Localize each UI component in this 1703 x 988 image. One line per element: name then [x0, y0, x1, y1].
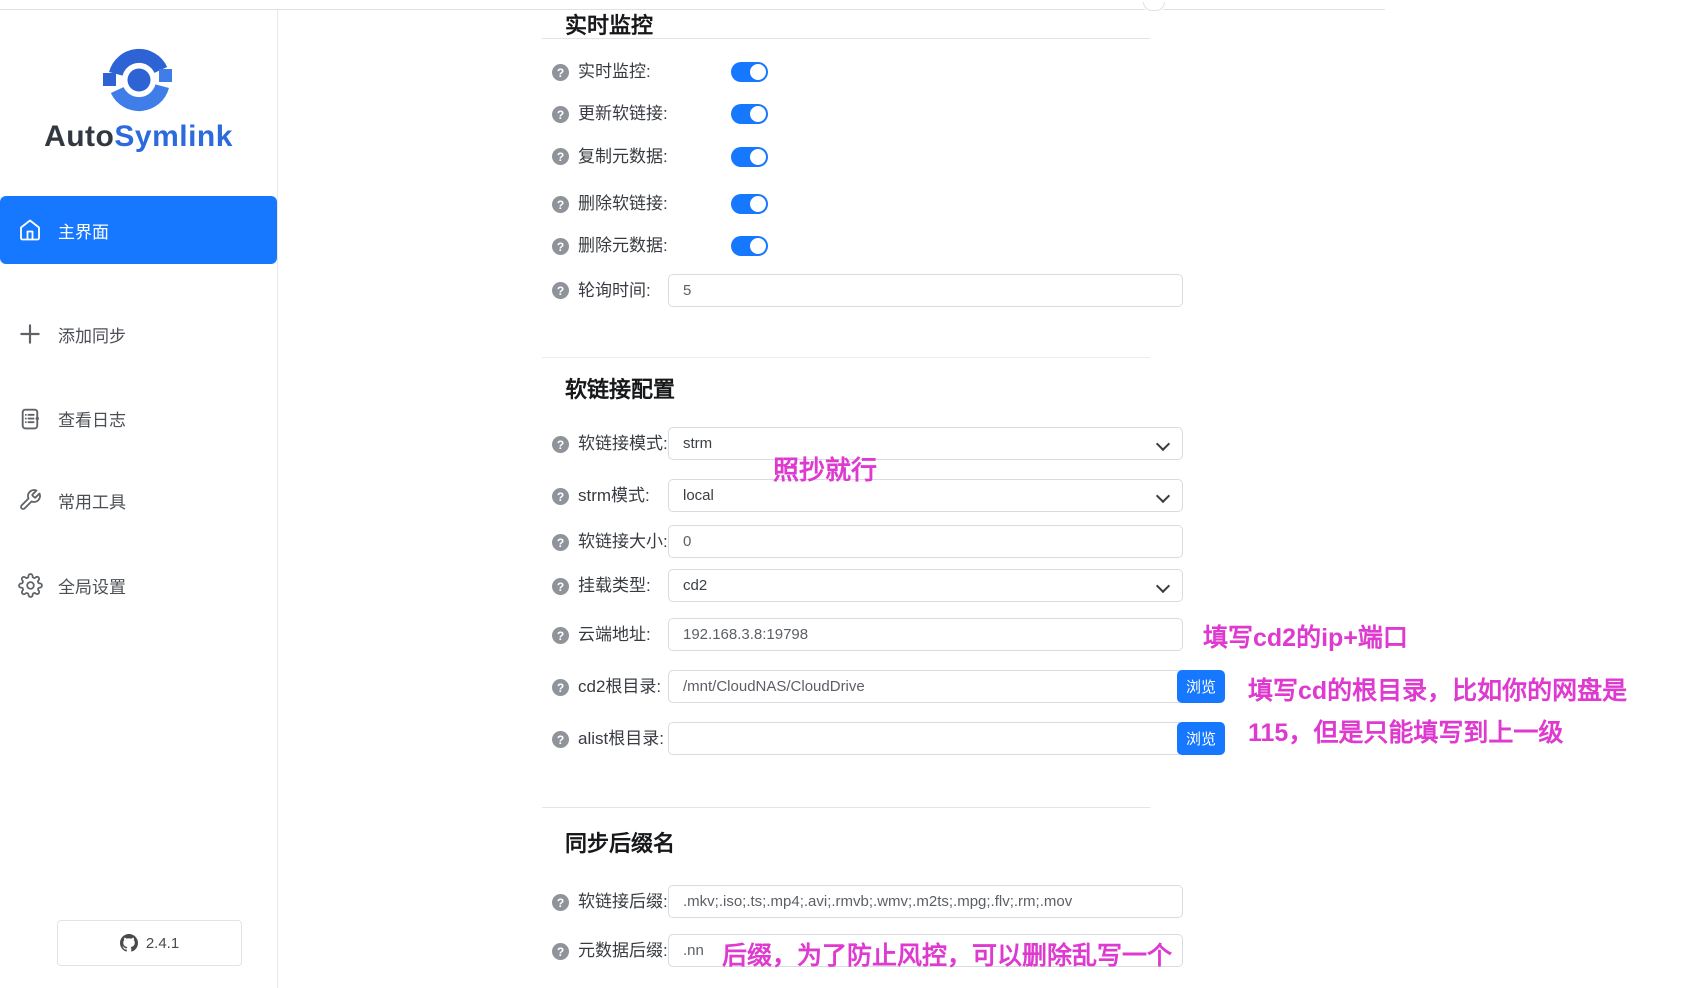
mount-type-value: cd2 [683, 577, 707, 594]
sidebar-item-label: 主界面 [58, 218, 109, 243]
delete-metadata-toggle[interactable] [731, 236, 768, 256]
realtime-toggle[interactable] [731, 62, 768, 82]
sidebar-item-label: 查看日志 [58, 406, 126, 431]
sidebar-item-label: 添加同步 [58, 322, 126, 347]
help-icon[interactable]: ? [552, 436, 569, 453]
annotation-copy-as-is: 照抄就行 [773, 450, 877, 487]
strm-mode-value: local [683, 487, 714, 504]
help-icon[interactable]: ? [552, 627, 569, 644]
version-label: 2.4.1 [146, 935, 179, 952]
brand: AutoSymlink [0, 40, 277, 154]
brand-auto: Auto [44, 120, 114, 153]
realtime-label: 实时监控: [578, 61, 651, 83]
github-version-button[interactable]: 2.4.1 [57, 920, 242, 966]
github-icon [120, 934, 138, 952]
help-icon[interactable]: ? [552, 196, 569, 213]
help-icon[interactable]: ? [552, 731, 569, 748]
poll-time-input[interactable] [668, 274, 1183, 307]
chevron-down-icon [1156, 579, 1170, 593]
sidebar-item-tools[interactable]: 常用工具 [0, 468, 277, 532]
section-title-sync-suffix: 同步后缀名 [565, 826, 675, 858]
copy-metadata-toggle[interactable] [731, 147, 768, 167]
help-icon[interactable]: ? [552, 679, 569, 696]
chevron-down-icon [1156, 437, 1170, 451]
update-symlink-toggle[interactable] [731, 104, 768, 124]
mount-type-label: 挂载类型: [578, 575, 651, 597]
brand-wordmark: AutoSymlink [0, 120, 277, 154]
divider [542, 357, 1150, 358]
alist-root-label: alist根目录: [578, 728, 664, 750]
delete-symlink-toggle[interactable] [731, 194, 768, 214]
autosymlink-logo-icon [93, 40, 185, 118]
cloud-address-label: 云端地址: [578, 624, 651, 646]
help-icon[interactable]: ? [552, 488, 569, 505]
strm-mode-label: strm模式: [578, 485, 650, 507]
sidebar-item-view-logs[interactable]: 查看日志 [0, 386, 277, 450]
symlink-suffix-label: 软链接后缀: [578, 891, 668, 913]
copy-metadata-label: 复制元数据: [578, 146, 668, 168]
annotation-cd-root-line2: 115，但是只能填写到上一级 [1248, 712, 1627, 754]
update-symlink-label: 更新软链接: [578, 103, 668, 125]
help-icon[interactable]: ? [552, 894, 569, 911]
browser-chrome-notch [1143, 2, 1165, 11]
symlink-size-input[interactable] [668, 525, 1183, 558]
log-icon [17, 405, 43, 431]
help-icon[interactable]: ? [552, 148, 569, 165]
symlink-mode-label: 软链接模式: [578, 433, 668, 455]
help-icon[interactable]: ? [552, 282, 569, 299]
symlink-suffix-input[interactable] [668, 885, 1183, 918]
help-icon[interactable]: ? [552, 238, 569, 255]
sidebar-item-global-settings[interactable]: 全局设置 [0, 553, 277, 617]
help-icon[interactable]: ? [552, 64, 569, 81]
section-title-symlink-config: 软链接配置 [565, 372, 675, 404]
annotation-cd-root-line1: 填写cd的根目录，比如你的网盘是 [1248, 670, 1627, 712]
divider [542, 807, 1150, 808]
help-icon[interactable]: ? [552, 943, 569, 960]
chevron-down-icon [1156, 489, 1170, 503]
annotation-suffix-note: 后缀，为了防止风控，可以删除乱写一个 [722, 936, 1172, 972]
home-icon [17, 217, 43, 243]
cd2-root-input[interactable] [668, 670, 1183, 703]
symlink-size-label: 软链接大小: [578, 531, 668, 553]
browser-chrome-edge-2 [1163, 9, 1385, 10]
sidebar-item-home[interactable]: 主界面 [0, 196, 277, 264]
strm-mode-select[interactable]: local [668, 479, 1183, 512]
cd2-root-label: cd2根目录: [578, 676, 661, 698]
sidebar-item-add-sync[interactable]: 添加同步 [0, 302, 277, 366]
symlink-mode-select[interactable]: strm [668, 427, 1183, 460]
wrench-icon [17, 487, 43, 513]
annotation-cd-root: 填写cd的根目录，比如你的网盘是 115，但是只能填写到上一级 [1248, 670, 1627, 754]
cd2-root-browse-button[interactable]: 浏览 [1177, 670, 1225, 703]
delete-symlink-label: 删除软链接: [578, 193, 668, 215]
plus-icon [17, 321, 43, 347]
delete-metadata-label: 删除元数据: [578, 235, 668, 257]
sidebar-item-label: 常用工具 [58, 488, 126, 513]
brand-symlink: Symlink [114, 120, 233, 153]
alist-root-input[interactable] [668, 722, 1183, 755]
alist-root-browse-button[interactable]: 浏览 [1177, 722, 1225, 755]
sidebar-item-label: 全局设置 [58, 573, 126, 598]
autosymlink-app: AutoSymlink 主界面 添加同步 查看日志 常用工具 [0, 0, 1703, 988]
help-icon[interactable]: ? [552, 578, 569, 595]
mount-type-select[interactable]: cd2 [668, 569, 1183, 602]
annotation-cd2-ip: 填写cd2的ip+端口 [1203, 618, 1408, 654]
poll-time-label: 轮询时间: [578, 280, 651, 302]
help-icon[interactable]: ? [552, 106, 569, 123]
metadata-suffix-label: 元数据后缀: [578, 940, 668, 962]
section-title-realtime-monitor: 实时监控 [565, 8, 653, 40]
cloud-address-input[interactable] [668, 618, 1183, 651]
symlink-mode-value: strm [683, 435, 712, 452]
divider [542, 38, 1150, 39]
gear-icon [17, 572, 43, 598]
help-icon[interactable]: ? [552, 534, 569, 551]
sidebar: AutoSymlink 主界面 添加同步 查看日志 常用工具 [0, 10, 278, 988]
